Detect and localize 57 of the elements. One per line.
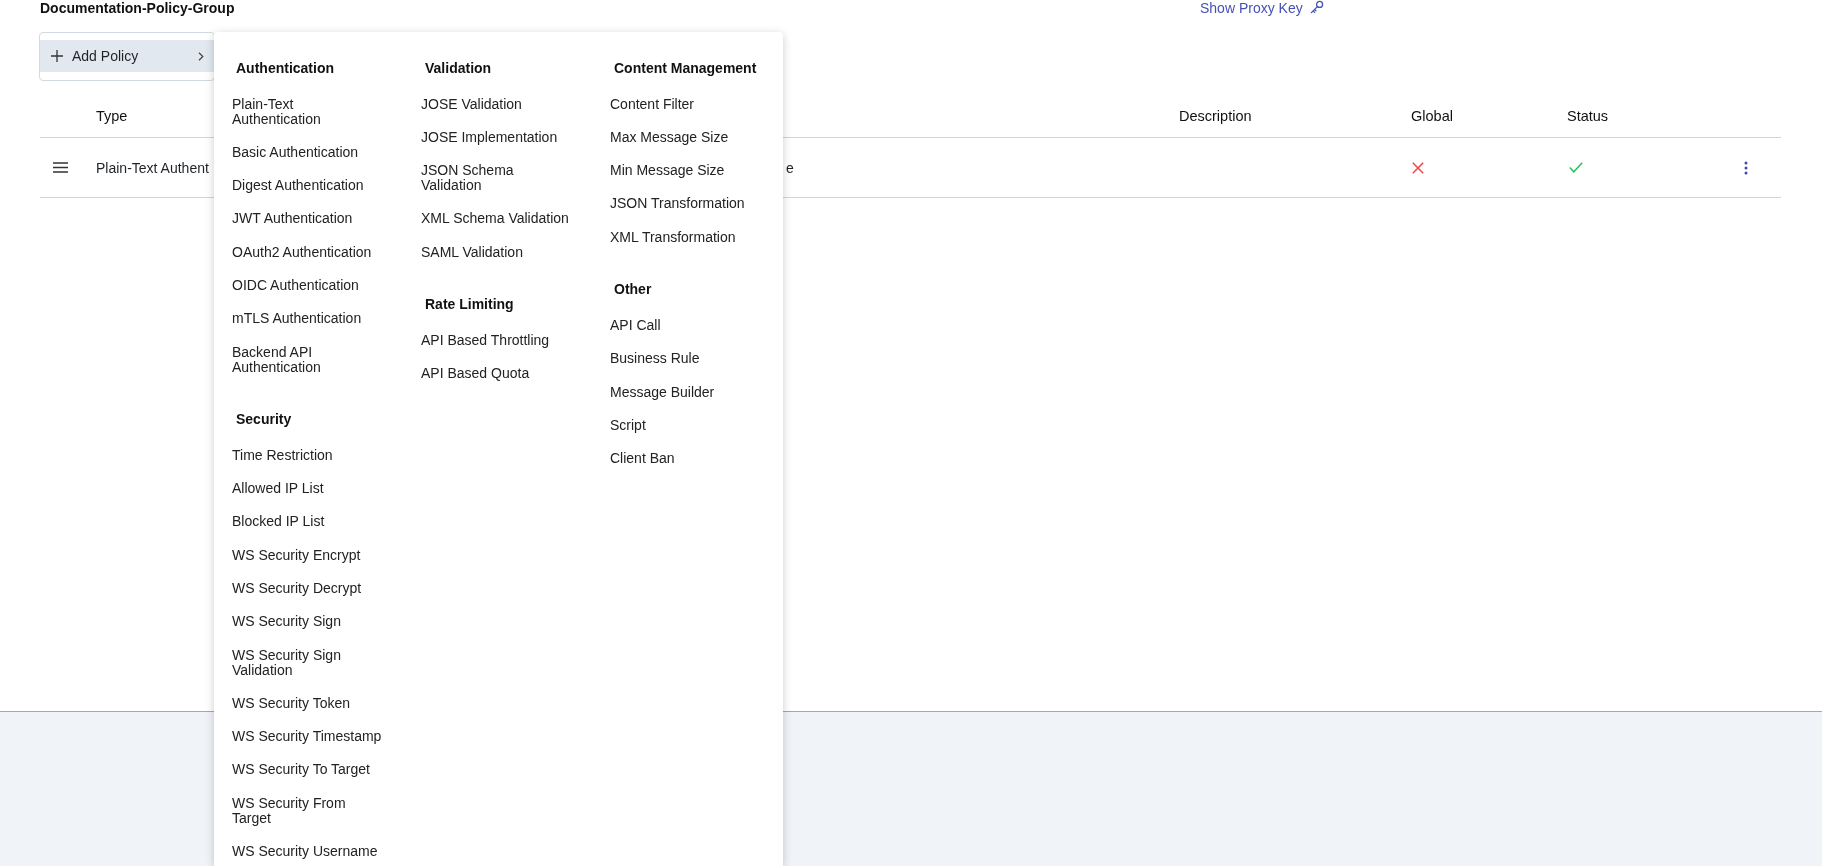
menu-item[interactable]: WS Security Sign — [232, 605, 341, 639]
column-header: Status — [1567, 108, 1609, 124]
key-icon — [1309, 0, 1324, 14]
menu-item[interactable]: Min Message Size — [610, 154, 725, 188]
menu-item[interactable]: XML Schema Validation — [421, 202, 569, 236]
menu-item[interactable]: JOSE Implementation — [421, 120, 558, 155]
add-policy-button[interactable]: Add Policy — [40, 40, 214, 72]
menu-item[interactable]: Basic Authentication — [232, 135, 359, 170]
menu-section-heading: Other — [614, 281, 652, 298]
page-title: Documentation-Policy-Group — [40, 0, 235, 16]
menu-item[interactable]: WS Security Decrypt — [232, 571, 362, 606]
menu-item[interactable]: Business Rule — [610, 342, 700, 376]
menu-item[interactable]: Plain-Text Authentication — [232, 87, 385, 136]
menu-item[interactable]: Backend API Authentication — [232, 335, 385, 384]
column-header: Description — [1179, 108, 1252, 124]
menu-section-heading: Content Management — [614, 60, 757, 76]
table-cell: e — [786, 159, 794, 176]
menu-section-heading: Authentication — [236, 60, 334, 76]
menu-item[interactable]: Content Filter — [610, 87, 695, 121]
menu-item[interactable]: WS Security Token — [232, 686, 350, 720]
menu-item[interactable]: API Based Quota — [421, 357, 530, 391]
menu-item[interactable]: API Based Throttling — [421, 323, 550, 358]
menu-item[interactable]: SAML Validation — [421, 235, 523, 269]
more-options-icon[interactable] — [1744, 160, 1748, 175]
menu-item[interactable]: JSON Transformation — [610, 187, 745, 221]
menu-item[interactable]: Time Restriction — [232, 438, 333, 473]
menu-item[interactable]: XML Transformation — [610, 220, 736, 254]
menu-item[interactable]: JSON Schema Validation — [421, 154, 574, 203]
menu-item[interactable]: OIDC Authentication — [232, 268, 359, 303]
menu-item[interactable]: WS Security Sign Validation — [232, 638, 385, 687]
menu-item[interactable]: WS Security Timestamp — [232, 720, 382, 754]
show-proxy-key-link[interactable]: Show Proxy Key — [1200, 0, 1324, 16]
menu-item[interactable]: WS Security Encrypt — [232, 538, 361, 572]
menu-item[interactable]: WS Security Username — [232, 834, 378, 866]
menu-item[interactable]: Digest Authentication — [232, 169, 364, 203]
menu-item[interactable]: Allowed IP List — [232, 472, 324, 506]
menu-item[interactable]: Max Message Size — [610, 120, 729, 155]
menu-item[interactable]: Script — [610, 408, 646, 443]
chevron-right-icon — [198, 51, 204, 61]
menu-item[interactable]: JWT Authentication — [232, 202, 353, 236]
plus-icon — [51, 50, 63, 62]
menu-item[interactable]: Client Ban — [610, 442, 675, 476]
menu-item[interactable]: API Call — [610, 308, 661, 343]
menu-item[interactable]: OAuth2 Authentication — [232, 235, 372, 269]
drag-handle-icon[interactable] — [53, 162, 68, 173]
menu-item[interactable]: WS Security From Target — [232, 786, 385, 835]
table-cell: Plain-Text Authent — [96, 159, 209, 176]
menu-item[interactable]: WS Security To Target — [232, 753, 370, 787]
column-header: Type — [96, 108, 128, 124]
column-header: Global — [1411, 108, 1453, 124]
menu-item[interactable]: mTLS Authentication — [232, 302, 362, 336]
menu-item[interactable]: Message Builder — [610, 375, 715, 409]
menu-section-heading: Validation — [425, 60, 492, 76]
menu-item[interactable]: JOSE Validation — [421, 87, 522, 121]
menu-section-heading: Security — [236, 411, 292, 428]
menu-section-heading: Rate Limiting — [425, 296, 514, 313]
menu-item[interactable]: Blocked IP List — [232, 505, 325, 539]
